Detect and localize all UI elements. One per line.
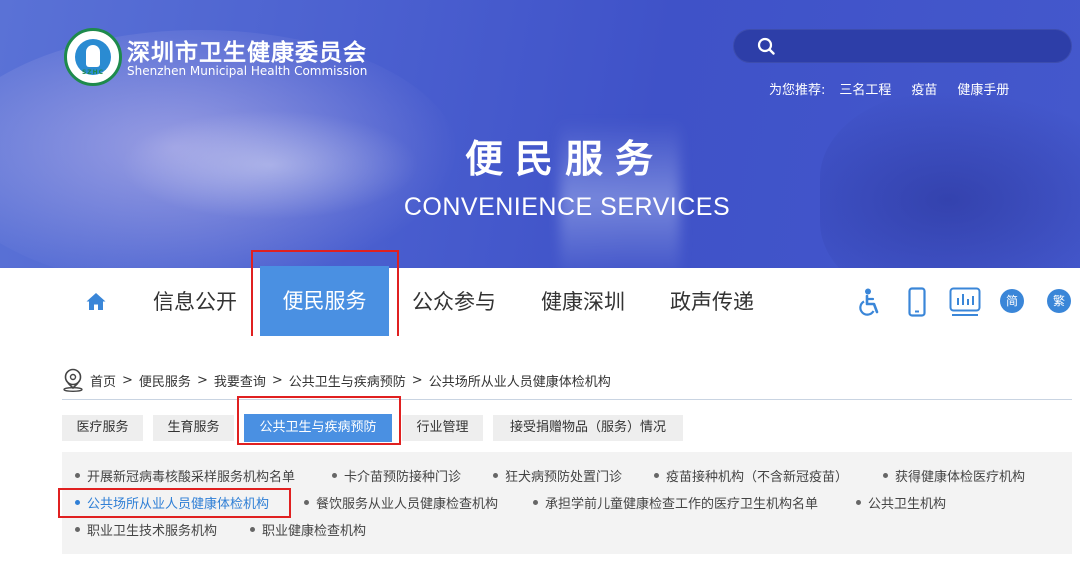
nav-item-convenience-services[interactable]: 便民服务 [260, 266, 389, 336]
sub-link-item[interactable]: 狂犬病预防处置门诊 [493, 466, 622, 485]
sub-link-label[interactable]: 获得健康体检医疗机构 [895, 466, 1025, 485]
tab-industry-management[interactable]: 行业管理 [402, 415, 483, 441]
recommend-link-sanming[interactable]: 三名工程 [839, 79, 891, 98]
sub-link-item[interactable]: 获得健康体检医疗机构 [883, 466, 1025, 485]
search-box[interactable] [733, 29, 1072, 63]
bullet-icon [654, 473, 659, 478]
org-logo[interactable]: SZHC [64, 28, 122, 86]
recommend-label: 为您推荐: [769, 83, 826, 98]
nav-item-public-participation[interactable]: 公众参与 [400, 268, 508, 336]
hero-banner: SZHC 深圳市卫生健康委员会 Shenzhen Municipal Healt… [0, 0, 1080, 268]
sub-link-label[interactable]: 开展新冠病毒核酸采样服务机构名单 [87, 466, 295, 485]
sub-link-item[interactable]: 职业健康检查机构 [250, 520, 366, 539]
sub-link-item[interactable]: 公共卫生机构 [856, 493, 946, 512]
sub-link-label[interactable]: 公共卫生机构 [868, 493, 946, 512]
tab-public-health[interactable]: 公共卫生与疾病预防 [244, 414, 392, 442]
bullet-icon [332, 473, 337, 478]
logo-ring-text: SZHC [81, 69, 105, 76]
breadcrumb-separator: > [196, 372, 208, 388]
sub-link-item-active[interactable]: 公共场所从业人员健康体检机构 [75, 493, 269, 512]
tab-medical-services[interactable]: 医疗服务 [62, 415, 143, 441]
bullet-icon [304, 500, 309, 505]
lang-traditional-button[interactable]: 繁 [1047, 289, 1071, 313]
sub-link-label[interactable]: 职业健康检查机构 [262, 520, 366, 539]
accessibility-icon[interactable] [857, 288, 883, 316]
bullet-icon [75, 500, 80, 505]
org-name-cn[interactable]: 深圳市卫生健康委员会 [127, 33, 367, 67]
sub-link-label[interactable]: 狂犬病预防处置门诊 [505, 466, 622, 485]
nav-item-info-disclosure[interactable]: 信息公开 [140, 268, 250, 336]
recommend-bar: 为您推荐: 三名工程 疫苗 健康手册 [769, 79, 1029, 98]
sub-link-label[interactable]: 卡介苗预防接种门诊 [344, 466, 461, 485]
search-input[interactable] [783, 34, 1053, 58]
bullet-icon [75, 527, 80, 532]
org-name-en: Shenzhen Municipal Health Commission [127, 64, 368, 78]
breadcrumb-public-health[interactable]: 公共卫生与疾病预防 [289, 371, 406, 390]
home-icon[interactable] [84, 290, 108, 314]
hero-title: 便民服务 [464, 136, 665, 181]
nav-item-policy-voice[interactable]: 政声传递 [658, 268, 766, 336]
nav-item-healthy-shenzhen[interactable]: 健康深圳 [529, 268, 637, 336]
recommend-link-handbook[interactable]: 健康手册 [957, 79, 1009, 98]
sub-link-label[interactable]: 餐饮服务从业人员健康检查机构 [316, 493, 498, 512]
breadcrumb: 首页 > 便民服务 > 我要查询 > 公共卫生与疾病预防 > 公共场所从业人员健… [62, 368, 611, 392]
sub-link-item[interactable]: 职业卫生技术服务机构 [75, 520, 217, 539]
sub-link-item[interactable]: 承担学前儿童健康检查工作的医疗卫生机构名单 [533, 493, 818, 512]
breadcrumb-divider [62, 399, 1072, 400]
bullet-icon [250, 527, 255, 532]
breadcrumb-home[interactable]: 首页 [90, 371, 116, 390]
tab-maternity-services[interactable]: 生育服务 [153, 415, 234, 441]
breadcrumb-separator: > [411, 372, 423, 388]
tab-donations[interactable]: 接受捐赠物品（服务）情况 [493, 415, 683, 441]
sub-link-item[interactable]: 卡介苗预防接种门诊 [332, 466, 461, 485]
breadcrumb-query[interactable]: 我要查询 [214, 371, 266, 390]
sub-link-item[interactable]: 餐饮服务从业人员健康检查机构 [304, 493, 498, 512]
lang-simplified-button[interactable]: 简 [1000, 289, 1024, 313]
mobile-icon[interactable] [908, 287, 926, 317]
search-icon[interactable] [757, 37, 775, 55]
sub-link-label[interactable]: 疫苗接种机构（不含新冠疫苗） [666, 466, 848, 485]
bullet-icon [533, 500, 538, 505]
sub-link-label[interactable]: 公共场所从业人员健康体检机构 [87, 493, 269, 512]
sub-link-label[interactable]: 职业卫生技术服务机构 [87, 520, 217, 539]
bullet-icon [883, 473, 888, 478]
recommend-link-vaccine[interactable]: 疫苗 [911, 79, 937, 98]
breadcrumb-current: 公共场所从业人员健康体检机构 [428, 374, 611, 390]
main-nav: 信息公开 便民服务 公众参与 健康深圳 政声传递 简 繁 [0, 266, 1080, 336]
location-pin-icon [63, 368, 83, 392]
breadcrumb-convenience-services[interactable]: 便民服务 [139, 371, 191, 390]
sub-link-item[interactable]: 疫苗接种机构（不含新冠疫苗） [654, 466, 848, 485]
hero-subtitle: CONVENIENCE SERVICES [403, 193, 731, 221]
breadcrumb-separator: > [122, 372, 133, 388]
breadcrumb-separator: > [271, 372, 283, 388]
bullet-icon [493, 473, 498, 478]
bullet-icon [75, 473, 80, 478]
data-chart-icon[interactable] [949, 287, 981, 317]
sub-link-item[interactable]: 开展新冠病毒核酸采样服务机构名单 [75, 466, 295, 485]
bullet-icon [856, 500, 861, 505]
sub-link-label[interactable]: 承担学前儿童健康检查工作的医疗卫生机构名单 [545, 493, 818, 512]
